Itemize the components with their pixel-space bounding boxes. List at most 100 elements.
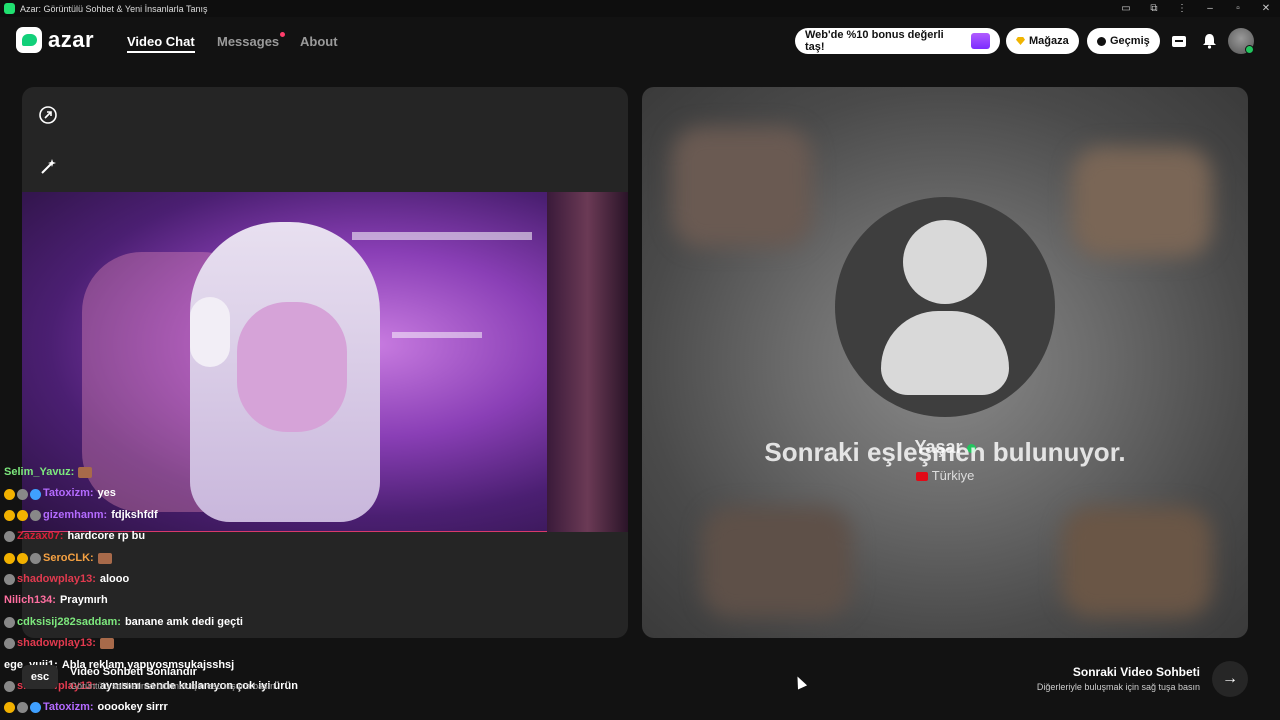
gem-icon — [1016, 37, 1025, 45]
person-headphones — [190, 297, 230, 367]
avatar-head — [903, 220, 987, 304]
top-navbar: azar Video Chat Messages About Web'de %1… — [0, 17, 1280, 67]
chat-message: shadowplay13: — [4, 633, 364, 654]
window-title: Azar: Görüntülü Sohbet & Yeni İnsanlarla… — [20, 3, 208, 14]
user-badge-icon — [4, 488, 15, 500]
chat-text: banane amk dedi geçti — [124, 615, 243, 628]
background-shelf — [352, 232, 532, 240]
chat-message: cdksisij282saddam: banane amk dedi geçti — [4, 612, 364, 633]
magic-wand-icon[interactable] — [36, 155, 60, 179]
end-chat-title: Video Sohbeti Sonlandır — [70, 666, 197, 678]
chat-username: SeroCLK: — [43, 551, 94, 564]
user-badge-icon — [17, 702, 28, 714]
user-badge-icon — [30, 702, 41, 714]
more-menu-icon[interactable]: ⋮ — [1168, 3, 1196, 14]
shop-button[interactable]: Mağaza — [1006, 28, 1079, 54]
chat-text: hardcore rp bu — [67, 530, 146, 543]
azar-logo-icon — [16, 27, 42, 53]
online-status-dot — [1245, 45, 1254, 54]
user-badge-icon — [4, 574, 15, 586]
history-button[interactable]: Geçmiş — [1087, 28, 1160, 54]
messages-unread-dot — [280, 32, 285, 37]
chat-text: Praymırh — [59, 594, 108, 607]
user-badge-icon — [4, 638, 15, 650]
user-badge-icon — [4, 552, 15, 564]
background-curtain — [547, 192, 628, 532]
user-badge-icon — [4, 616, 15, 628]
history-label: Geçmiş — [1110, 35, 1150, 47]
user-badge-icon — [30, 488, 41, 500]
chat-message: SeroCLK: — [4, 548, 364, 569]
chat-message: Nilich134: Praymırh — [4, 590, 364, 611]
esc-key[interactable]: esc — [22, 665, 58, 689]
inbox-icon[interactable] — [1170, 32, 1188, 50]
user-badge-icon — [30, 552, 41, 564]
emote-icon — [78, 467, 93, 479]
bell-icon[interactable] — [1200, 32, 1218, 50]
user-badge-icon — [17, 488, 28, 500]
blurred-shape — [672, 127, 812, 247]
minimize-button[interactable]: – — [1196, 3, 1224, 14]
emote-icon — [97, 552, 112, 564]
chat-username: Selim_Yavuz: — [4, 466, 75, 478]
azar-logo[interactable]: azar — [16, 27, 94, 53]
next-chat-button[interactable]: → — [1212, 661, 1248, 697]
user-badge-icon — [17, 509, 28, 521]
user-badge-icon — [17, 552, 28, 564]
default-avatar — [835, 197, 1055, 417]
blurred-shape — [702, 507, 852, 617]
chat-message: Zazax07: hardcore rp bu — [4, 526, 364, 547]
promo-button[interactable]: Web'de %10 bonus değerli taş! — [795, 28, 1000, 54]
gift-icon — [971, 33, 990, 49]
logo-text: azar — [48, 27, 95, 52]
expand-icon[interactable] — [36, 103, 60, 127]
chat-text: alooo — [99, 572, 130, 585]
background-shelf — [392, 332, 482, 338]
chat-message: Tatoxizm: ooookey sirrr — [4, 697, 364, 718]
chat-username: shadowplay13: — [17, 637, 96, 650]
app-icon — [4, 3, 15, 14]
next-chat-title: Sonraki Video Sohbeti — [1072, 665, 1200, 679]
chat-message: Tatoxizm: yes — [4, 483, 364, 504]
chat-message: Selim_Yavuz: — [4, 462, 364, 483]
turkey-flag-icon — [915, 472, 928, 482]
user-badge-icon — [4, 681, 15, 693]
peer-country-text: Türkiye — [931, 468, 975, 483]
chat-message: shadowplay13: alooo — [4, 569, 364, 590]
chat-username: Nilich134: — [4, 594, 56, 607]
chat-text: ooookey sirrr — [97, 701, 168, 714]
extension-icon[interactable]: ⧉ — [1140, 3, 1168, 14]
chat-username: shadowplay13: — [17, 572, 96, 585]
close-button[interactable]: ✕ — [1252, 3, 1280, 14]
nav-about[interactable]: About — [300, 34, 338, 49]
end-chat-hint: Görüntülü sohbetinizi bitirmek için esc … — [70, 681, 276, 691]
chat-username: cdksisij282saddam: — [17, 615, 121, 628]
user-badge-icon — [30, 509, 41, 521]
partner-video-panel: Yaşar Türkiye Sonraki eşleşmen bulunuyor… — [642, 87, 1248, 638]
avatar-body — [881, 311, 1009, 395]
nav-video-chat[interactable]: Video Chat — [127, 34, 195, 53]
cast-icon[interactable]: ▭ — [1112, 3, 1140, 14]
chat-username: Zazax07: — [17, 530, 64, 543]
user-badge-icon — [4, 509, 15, 521]
blurred-shape — [1072, 147, 1212, 257]
shop-label: Mağaza — [1029, 35, 1069, 47]
mouse-cursor — [792, 674, 808, 690]
blurred-shape — [1062, 507, 1212, 617]
person-face — [237, 302, 347, 432]
matching-status: Sonraki eşleşmen bulunuyor. — [764, 437, 1126, 467]
chat-username: Tatoxizm: — [43, 487, 94, 500]
chat-text: yes — [97, 487, 116, 500]
chat-message: gizemhanm: fdjkshfdf — [4, 505, 364, 526]
chat-username: gizemhanm: — [43, 508, 108, 521]
user-badge-icon — [4, 702, 15, 714]
restore-button[interactable]: ▫ — [1224, 3, 1252, 14]
chat-text: fdjkshfdf — [111, 508, 158, 521]
chat-username: Tatoxizm: — [43, 701, 94, 714]
nav-messages[interactable]: Messages — [217, 34, 279, 49]
promo-label: Web'de %10 bonus değerli taş! — [805, 29, 944, 53]
clock-icon — [1097, 36, 1106, 46]
peer-country: Türkiye — [642, 468, 1248, 483]
user-badge-icon — [4, 531, 15, 543]
window-titlebar: Azar: Görüntülü Sohbet & Yeni İnsanlarla… — [0, 0, 1280, 17]
